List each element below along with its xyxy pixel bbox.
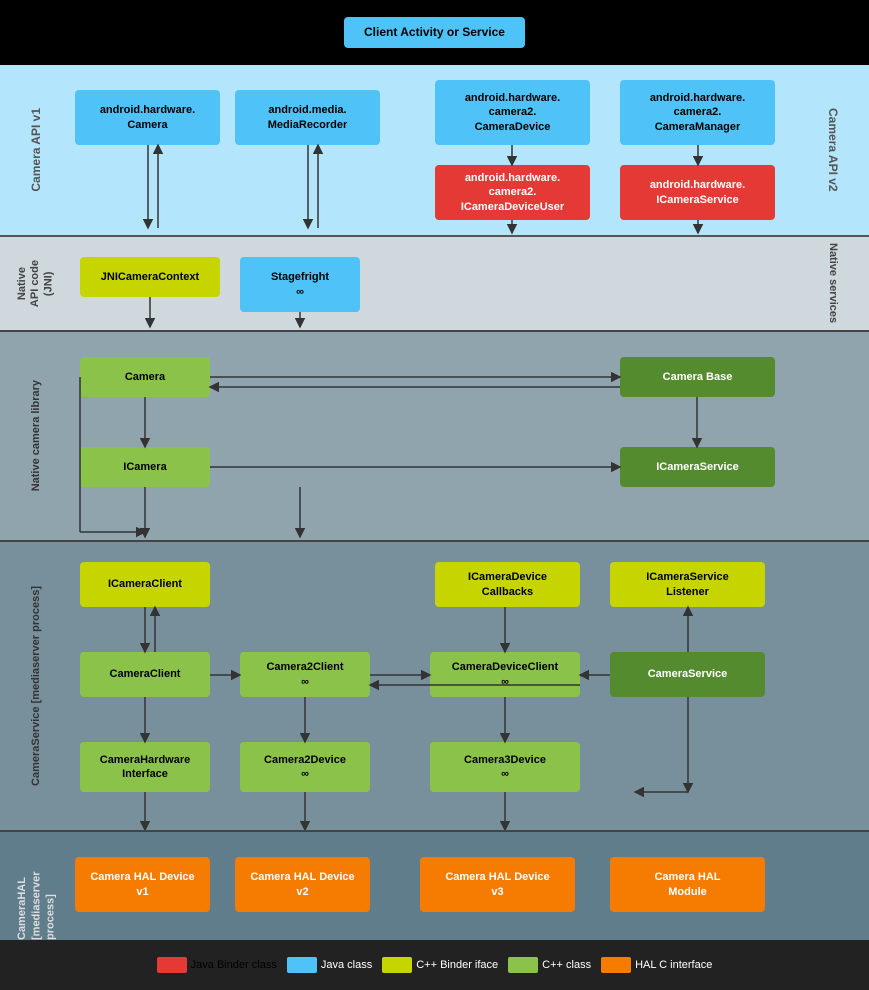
camera-box: Camera xyxy=(80,357,210,397)
icamera-device-callbacks-box: ICameraDeviceCallbacks xyxy=(435,562,580,607)
android-hardware-camera-box: android.hardware.Camera xyxy=(75,90,220,145)
camera-api-v1-label: Camera API v1 xyxy=(2,65,70,235)
legend-hal-c: HAL C interface xyxy=(601,957,712,973)
legend-java-class-color xyxy=(287,957,317,973)
camera-hal-device-v1-box: Camera HAL Devicev1 xyxy=(75,857,210,912)
camera-hal-device-v2-box: Camera HAL Devicev2 xyxy=(235,857,370,912)
icamera-service-lib-box: ICameraService xyxy=(620,447,775,487)
camera2-device-box: Camera2Device∞ xyxy=(240,742,370,792)
legend-java-binder-color xyxy=(157,957,187,973)
camera-device-client-box: CameraDeviceClient∞ xyxy=(430,652,580,697)
legend-cpp-class: C++ class xyxy=(508,957,591,973)
camera-service-label: CameraService [mediaserver process] xyxy=(2,542,70,830)
camera-hardware-interface-box: CameraHardwareInterface xyxy=(80,742,210,792)
camera-service-dark-box: CameraService xyxy=(610,652,765,697)
native-camera-layer: Native camera library Camera ICamera Cam… xyxy=(0,330,869,540)
legend-java-class: Java class xyxy=(287,957,372,973)
native-camera-library-label: Native camera library xyxy=(2,332,70,540)
jni-camera-context-box: JNICameraContext xyxy=(80,257,220,297)
camera-hal-layer: CameraHAL [mediaserver process] Camera H… xyxy=(0,830,869,940)
android-hardware-icamera-device-user-box: android.hardware.camera2.ICameraDeviceUs… xyxy=(435,165,590,220)
legend-cpp-class-color xyxy=(508,957,538,973)
legend: Java Binder class Java class C++ Binder … xyxy=(0,940,869,990)
camera2-client-box: Camera2Client∞ xyxy=(240,652,370,697)
icamera-service-listener-box: ICameraServiceListener xyxy=(610,562,765,607)
camera-service-layer: CameraService [mediaserver process] ICam… xyxy=(0,540,869,830)
camera-api-v2-label: Camera API v2 xyxy=(799,65,867,235)
native-services-label: Native services xyxy=(799,237,867,330)
android-media-mediarecorder-box: android.media.MediaRecorder xyxy=(235,90,380,145)
camera-hal-label: CameraHAL [mediaserver process] xyxy=(2,832,70,940)
legend-cpp-binder-color xyxy=(382,957,412,973)
architecture-diagram: Client Activity or Service Camera API v1… xyxy=(0,0,869,990)
native-api-label: NativeAPI code(JNI) xyxy=(2,237,70,330)
camera-hal-module-box: Camera HALModule xyxy=(610,857,765,912)
android-hardware-icamera-service-box: android.hardware.ICameraService xyxy=(620,165,775,220)
camera-client-box: CameraClient xyxy=(80,652,210,697)
camera-hal-device-v3-box: Camera HAL Devicev3 xyxy=(420,857,575,912)
android-hardware-camera2-manager-box: android.hardware.camera2.CameraManager xyxy=(620,80,775,145)
camera3-device-box: Camera3Device∞ xyxy=(430,742,580,792)
icamera-client-box: ICameraClient xyxy=(80,562,210,607)
camera-base-box: Camera Base xyxy=(620,357,775,397)
client-activity-box: Client Activity or Service xyxy=(344,17,525,49)
native-api-layer: NativeAPI code(JNI) Native services JNIC… xyxy=(0,235,869,330)
icamera-box: ICamera xyxy=(80,447,210,487)
camera-api-layer: Camera API v1 Camera API v2 android.hard… xyxy=(0,65,869,235)
legend-java-binder: Java Binder class xyxy=(157,957,277,973)
stagefright-box: Stagefright∞ xyxy=(240,257,360,312)
android-hardware-camera2-device-box: android.hardware.camera2.CameraDevice xyxy=(435,80,590,145)
legend-cpp-binder: C++ Binder iface xyxy=(382,957,498,973)
legend-hal-c-color xyxy=(601,957,631,973)
top-layer: Client Activity or Service xyxy=(0,0,869,65)
